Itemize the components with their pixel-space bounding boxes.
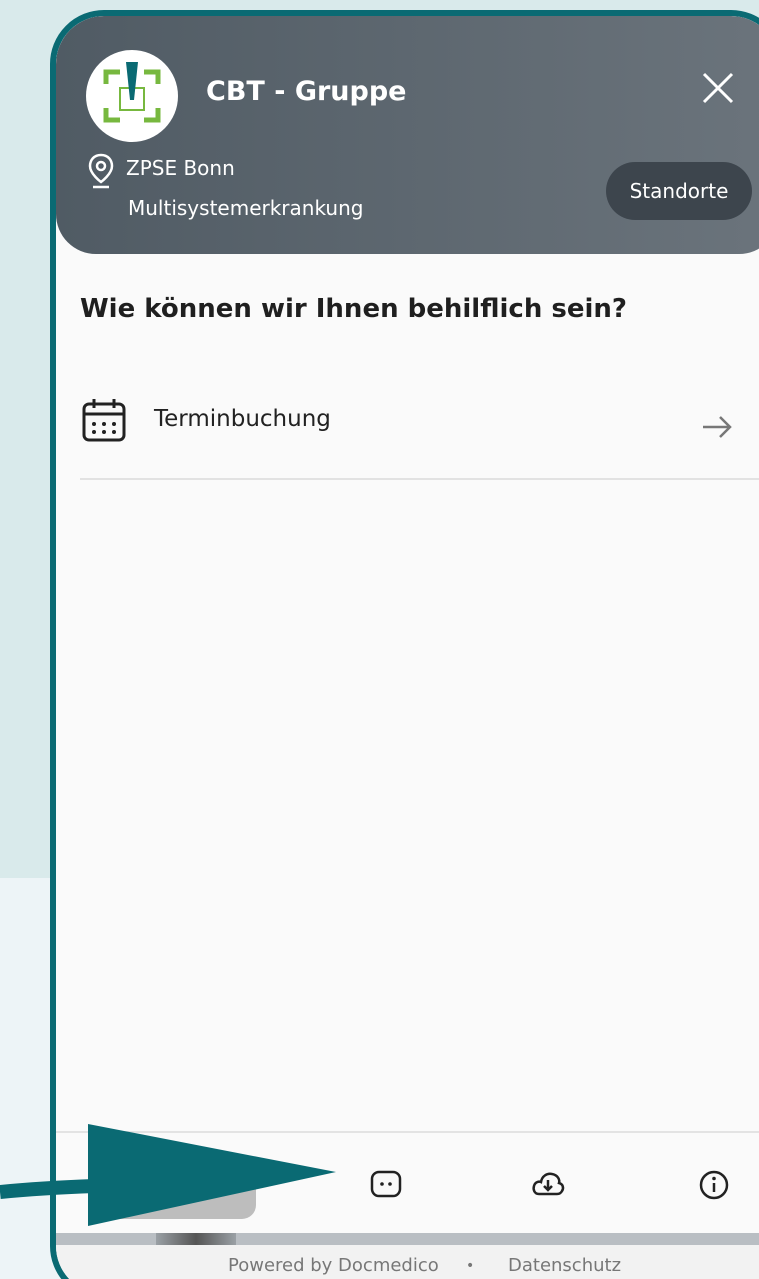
footer: Powered by Docmedico • Datenschutz	[56, 1245, 759, 1279]
location-pin-icon	[88, 153, 114, 189]
location-name: ZPSE Bonn	[126, 156, 235, 180]
info-icon[interactable]	[696, 1167, 732, 1203]
widget-header: CBT - Gruppe ZPSE Bonn Multisystemerkran…	[56, 16, 759, 254]
option-appointment-booking[interactable]: Terminbuchung	[80, 390, 759, 480]
location-subtitle: Multisystemerkrankung	[128, 196, 364, 220]
practice-logo	[86, 50, 178, 142]
download-icon[interactable]	[530, 1167, 566, 1203]
option-label: Terminbuchung	[154, 406, 331, 432]
chat-icon[interactable]	[368, 1167, 404, 1203]
chat-widget-panel: CBT - Gruppe ZPSE Bonn Multisystemerkran…	[50, 10, 759, 1279]
calendar-icon	[82, 399, 126, 442]
close-icon[interactable]	[698, 68, 738, 108]
privacy-link[interactable]: Datenschutz	[508, 1255, 621, 1276]
page-title: CBT - Gruppe	[206, 76, 407, 107]
arrow-right-icon	[703, 416, 732, 438]
help-question-heading: Wie können wir Ihnen behilflich sein?	[80, 294, 627, 324]
footer-separator: •	[466, 1258, 475, 1274]
pointer-arrow-annotation	[0, 1124, 336, 1226]
locations-button[interactable]: Standorte	[606, 162, 752, 220]
powered-by-text: Powered by Docmedico	[228, 1255, 439, 1276]
scroll-strip	[56, 1233, 759, 1245]
